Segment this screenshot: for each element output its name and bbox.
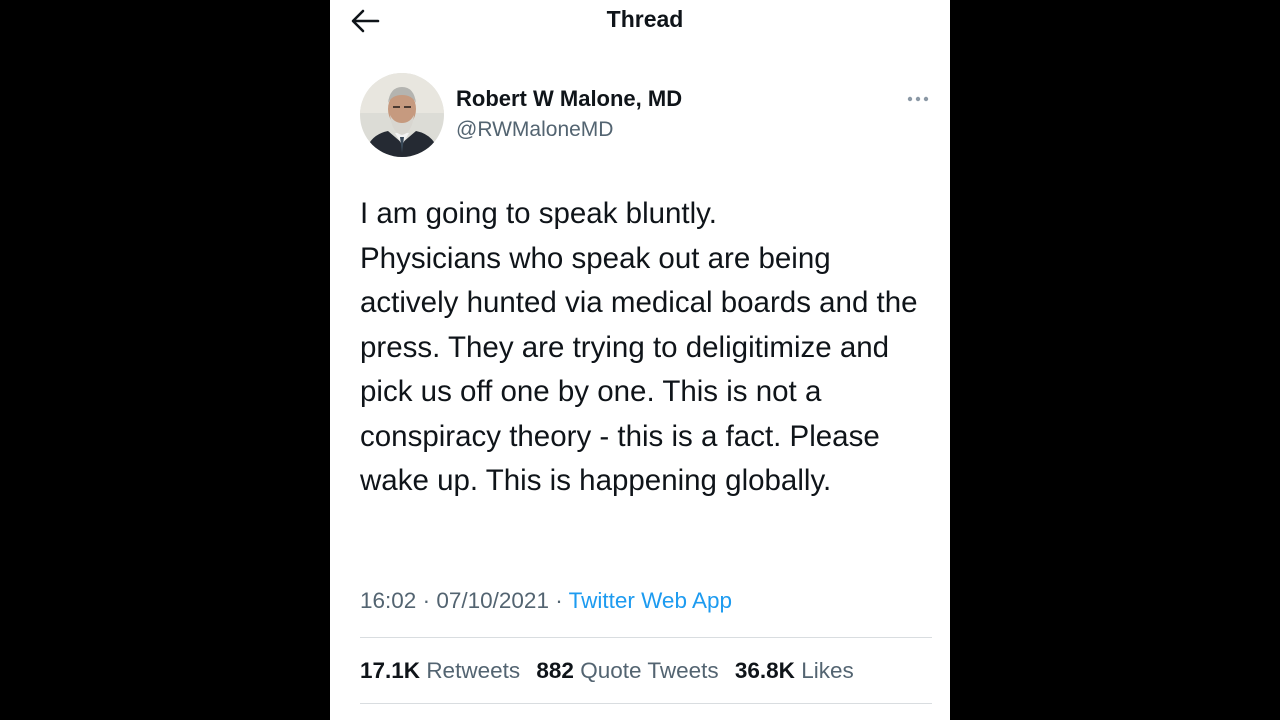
tweet-date[interactable]: 07/10/2021 [436, 588, 549, 613]
tweet-source-link[interactable]: Twitter Web App [569, 588, 732, 613]
avatar[interactable] [360, 73, 444, 157]
quotes-label: Quote Tweets [580, 658, 719, 683]
retweets-stat[interactable]: 17.1K Retweets [360, 658, 520, 683]
likes-stat[interactable]: 36.8K Likes [735, 658, 854, 683]
tweet-text: I am going to speak bluntly. Physicians … [360, 197, 918, 497]
quote-tweets-stat[interactable]: 882 Quote Tweets [536, 658, 718, 683]
retweets-count: 17.1K [360, 658, 421, 683]
meta-separator: · [555, 588, 563, 613]
author-handle[interactable]: @RWMaloneMD [456, 118, 613, 142]
meta-separator: · [422, 588, 431, 613]
profile-photo [360, 73, 444, 157]
tweet-screen: Thread Robert W Malone, MD @RWMaloneMD I… [330, 0, 950, 720]
likes-count: 36.8K [734, 658, 795, 683]
tweet-stats: 17.1K Retweets 882 Quote Tweets 36.8K Li… [360, 658, 864, 684]
tweet-meta: 16:02 · 07/10/2021 · Twitter Web App [360, 588, 732, 614]
divider [360, 637, 932, 638]
retweets-label: Retweets [426, 658, 521, 683]
quotes-count: 882 [536, 658, 574, 683]
tweet-time[interactable]: 16:02 [360, 588, 416, 613]
more-options-button[interactable] [904, 90, 932, 108]
page-title: Thread [606, 6, 684, 32]
divider [360, 703, 932, 704]
author-name[interactable]: Robert W Malone, MD [456, 86, 682, 112]
thread-header: Thread [330, 0, 950, 44]
likes-label: Likes [801, 658, 854, 683]
ellipsis-icon [907, 96, 929, 102]
